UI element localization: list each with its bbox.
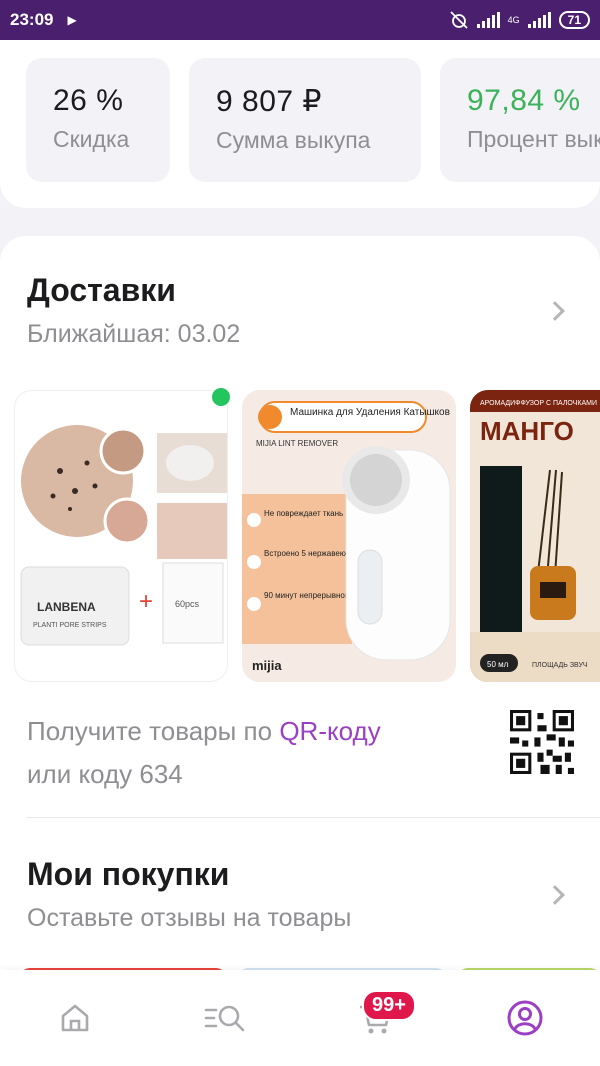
- signal-icon: [476, 12, 500, 28]
- status-bar: 23:09 ▶ 4G 71: [0, 0, 600, 40]
- cart-badge: 99+: [362, 990, 416, 1021]
- deliveries-card: Доставки Ближайшая: 03.02 LANBENA PLANTI…: [0, 236, 600, 996]
- stat-value: 9 807 ₽: [216, 85, 322, 118]
- stat-purchase-sum: 9 807 ₽ Сумма выкупа: [189, 58, 421, 182]
- product-feature: Не повреждает ткань: [264, 509, 343, 518]
- product-tag: MIJIA LINT REMOVER: [256, 439, 338, 448]
- product-category: АРОМАДИФФУЗОР С ПАЛОЧКАМИ: [480, 400, 597, 407]
- battery-indicator: 71: [558, 11, 590, 29]
- play-icon: ▶: [67, 13, 77, 27]
- profile-icon: [507, 1000, 543, 1036]
- product-brand: mijia: [252, 658, 282, 673]
- qr-code-icon[interactable]: [510, 710, 574, 774]
- pickup-info: Получите товары по QR-коду или коду 634: [27, 710, 381, 796]
- product-image-lint-remover: Машинка для Удаления Катышков MIJIA LINT…: [242, 390, 456, 682]
- status-time: 23:09: [10, 10, 54, 29]
- alarm-off-icon: [449, 11, 468, 29]
- chevron-right-icon[interactable]: [545, 301, 565, 321]
- stat-value: 97,84 %: [467, 84, 581, 117]
- status-indicator-dot: [212, 388, 230, 406]
- stat-label: Скидка: [53, 126, 130, 152]
- deliveries-subtitle: Ближайшая: 03.02: [27, 320, 241, 348]
- pickup-code-text: или коду 634: [27, 759, 183, 789]
- product-note: ПЛОЩАДЬ ЗВУЧ: [532, 662, 588, 669]
- product-brand: LANBENA: [37, 600, 96, 614]
- delivery-item[interactable]: АРОМАДИФФУЗОР С ПАЛОЧКАМИ МАНГО 50 мл ПЛ…: [470, 390, 600, 682]
- deliveries-title[interactable]: Доставки: [27, 272, 176, 309]
- stat-purchase-percent: 97,84 % Процент выкупа: [440, 58, 600, 182]
- nav-catalog[interactable]: [150, 970, 300, 1066]
- product-line: PLANTI PORE STRIPS: [33, 622, 107, 629]
- product-volume: 50 мл: [487, 660, 509, 669]
- nav-profile[interactable]: [450, 970, 600, 1066]
- svg-text:+: +: [139, 588, 153, 615]
- home-icon: [61, 1004, 89, 1032]
- purchases-title[interactable]: Мои покупки: [27, 856, 229, 893]
- signal-icon-2: [527, 12, 551, 28]
- product-name: МАНГО: [480, 416, 574, 446]
- pickup-text: Получите товары по: [27, 716, 280, 746]
- stat-label: Процент выкупа: [467, 126, 600, 152]
- catalog-search-icon: [204, 1005, 245, 1032]
- product-headline: Машинка для Удаления Катышков: [290, 407, 450, 418]
- qr-code-link[interactable]: QR-коду: [279, 716, 380, 746]
- product-image-diffuser: АРОМАДИФФУЗОР С ПАЛОЧКАМИ МАНГО 50 мл ПЛ…: [470, 390, 600, 682]
- stat-discount: 26 % Скидка: [26, 58, 170, 182]
- nav-home[interactable]: [0, 970, 150, 1066]
- product-image-pore-strips: LANBENA PLANTI PORE STRIPS + 60pcs: [15, 391, 227, 681]
- chevron-right-icon[interactable]: [545, 885, 565, 905]
- delivery-item[interactable]: Машинка для Удаления Катышков MIJIA LINT…: [242, 390, 456, 682]
- bottom-navigation: 99+: [0, 970, 600, 1066]
- stats-card: 26 % Скидка 9 807 ₽ Сумма выкупа 97,84 %…: [0, 40, 600, 208]
- purchases-subtitle: Оставьте отзывы на товары: [27, 904, 352, 932]
- stat-value: 26 %: [53, 84, 124, 117]
- product-count: 60pcs: [175, 599, 200, 609]
- stat-label: Сумма выкупа: [216, 127, 371, 153]
- network-type: 4G: [507, 14, 520, 25]
- delivery-item[interactable]: LANBENA PLANTI PORE STRIPS + 60pcs: [14, 390, 228, 682]
- divider: [27, 817, 600, 818]
